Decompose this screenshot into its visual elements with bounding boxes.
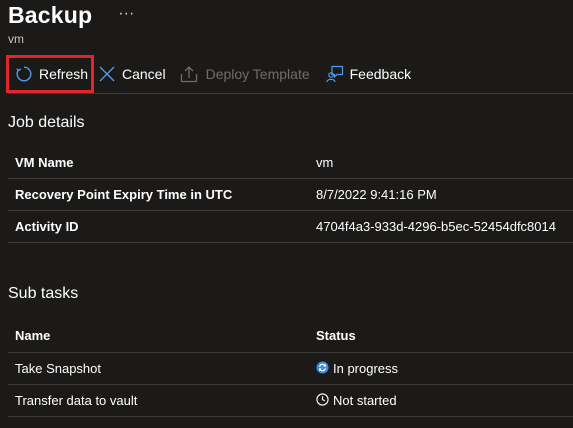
close-icon	[98, 65, 116, 83]
task-name: Transfer data to vault	[15, 393, 138, 408]
deploy-template-button[interactable]: Deploy Template	[180, 57, 310, 91]
page-subtitle: vm	[8, 32, 24, 46]
table-row: Transfer data to vault Not started	[8, 385, 573, 417]
refresh-icon	[15, 65, 33, 83]
row-value: vm	[316, 154, 334, 170]
table-header-row: Name Status	[8, 319, 573, 353]
table-row: Take Snapshot In progress	[8, 353, 573, 385]
status-label: Not started	[333, 393, 397, 408]
status-label: In progress	[333, 361, 399, 376]
cancel-button[interactable]: Cancel	[98, 57, 166, 91]
deploy-template-label: Deploy Template	[205, 66, 310, 82]
column-header-name: Name	[15, 328, 51, 343]
feedback-label: Feedback	[349, 66, 412, 82]
upload-icon	[180, 65, 198, 83]
cancel-label: Cancel	[122, 66, 166, 82]
job-details-table: VM Name vm Recovery Point Expiry Time in…	[8, 146, 573, 243]
refresh-button[interactable]: Refresh	[6, 55, 94, 93]
row-value: 4704f4a3-933d-4296-b5ec-52454dfc8014	[316, 219, 556, 234]
sub-tasks-table: Name Status Take Snapshot In progress Tr…	[8, 319, 573, 417]
table-row: Recovery Point Expiry Time in UTC 8/7/20…	[8, 179, 573, 211]
feedback-icon	[326, 65, 344, 83]
table-row: Activity ID 4704f4a3-933d-4296-b5ec-5245…	[8, 211, 573, 243]
row-label: VM Name	[15, 154, 74, 170]
row-label: Recovery Point Expiry Time in UTC	[15, 187, 233, 202]
row-label: Activity ID	[15, 219, 79, 234]
row-value: 8/7/2022 9:41:16 PM	[316, 187, 437, 202]
backup-job-page: Backup ··· vm Refresh Cancel Deploy Temp…	[0, 0, 573, 428]
task-status: In progress	[316, 360, 573, 377]
title-row: Backup ···	[8, 2, 134, 29]
toolbar-divider	[8, 93, 573, 94]
command-bar: Refresh Cancel Deploy Template Feedback	[6, 55, 411, 93]
job-details-heading: Job details	[8, 114, 85, 131]
task-name: Take Snapshot	[15, 361, 102, 376]
task-status: Not started	[316, 392, 573, 409]
clock-icon	[316, 392, 333, 409]
more-options-button[interactable]: ···	[118, 5, 134, 23]
sync-icon	[316, 360, 333, 377]
table-row: VM Name vm	[8, 146, 573, 179]
page-title: Backup	[8, 2, 93, 28]
column-header-status: Status	[316, 328, 356, 343]
sub-tasks-heading: Sub tasks	[8, 285, 79, 302]
feedback-button[interactable]: Feedback	[326, 57, 411, 91]
refresh-label: Refresh	[39, 66, 89, 82]
